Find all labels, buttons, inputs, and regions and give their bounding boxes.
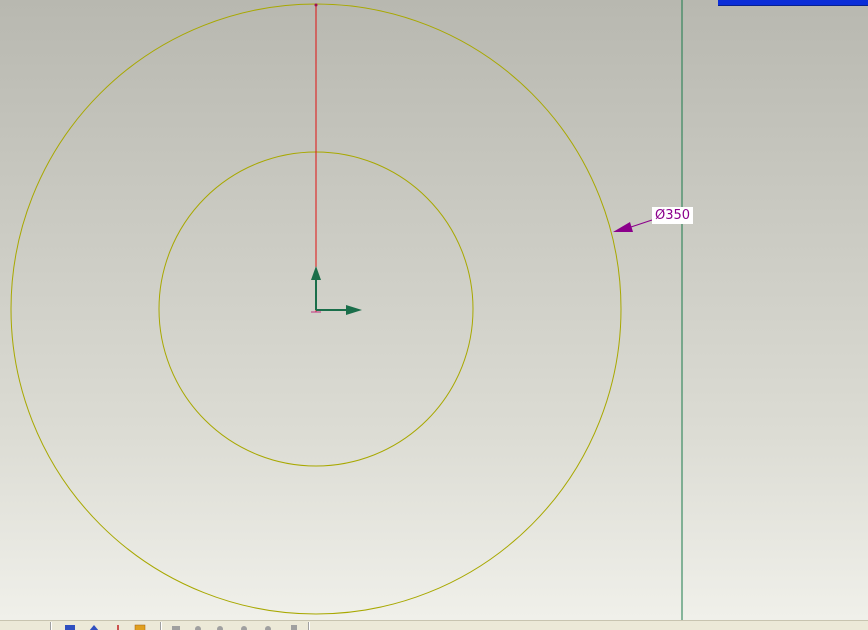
grey-tool-icon[interactable] xyxy=(192,624,204,630)
grey-tool-icon[interactable] xyxy=(262,624,274,630)
grey-tool-icon[interactable] xyxy=(214,624,226,630)
diameter-dimension-label[interactable]: Ø350 xyxy=(652,207,694,224)
grey-tool-icon[interactable] xyxy=(288,624,300,630)
sketch-canvas[interactable] xyxy=(0,0,868,620)
grey-tool-icon[interactable] xyxy=(238,624,250,630)
cad-application: Ø350 xyxy=(0,0,868,630)
window-title-bar[interactable] xyxy=(718,0,868,6)
status-bar xyxy=(0,620,868,630)
folder-icon[interactable] xyxy=(134,624,146,630)
part-icon[interactable] xyxy=(64,624,76,630)
status-separator xyxy=(308,622,310,630)
graphics-viewport[interactable]: Ø350 xyxy=(0,0,868,620)
status-separator xyxy=(160,622,162,630)
grey-tool-icon[interactable] xyxy=(170,624,182,630)
dimension-leader[interactable] xyxy=(613,219,653,232)
dimension-icon[interactable] xyxy=(112,624,124,630)
sketch-icon[interactable] xyxy=(88,624,100,630)
origin-triad xyxy=(311,266,362,315)
status-separator xyxy=(50,622,52,630)
line-endpoint[interactable] xyxy=(314,3,318,7)
